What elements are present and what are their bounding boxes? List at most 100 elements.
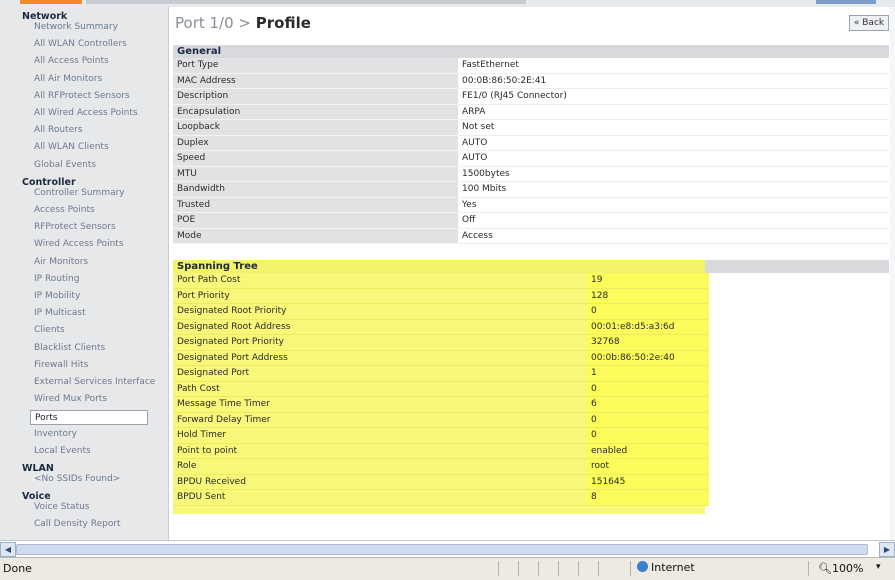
row-value: 00:01:e8:d5:a3:6d — [587, 319, 709, 335]
sidebar-item-all-wlan-clients[interactable]: All WLAN Clients — [34, 142, 109, 152]
row-fill — [709, 273, 889, 289]
row-label: Speed — [173, 151, 458, 167]
row-label: Role — [173, 459, 587, 475]
status-divider — [630, 561, 631, 576]
sidebar-item-no-ssids-found[interactable]: <No SSIDs Found> — [34, 474, 120, 484]
sidebar-nav: Network Network Summary All WLAN Controlle… — [0, 7, 169, 540]
table-row: Designated Port 1 — [173, 366, 889, 382]
zoom-dropdown-icon[interactable]: ▾ — [876, 562, 881, 572]
sidebar-item-controller-summary[interactable]: Controller Summary — [34, 188, 125, 198]
row-value: root — [587, 459, 709, 475]
table-row: Designated Root Priority 0 — [173, 304, 889, 320]
table-row: BPDU Received 151645 — [173, 474, 889, 490]
spanning-tree-header-fill — [705, 260, 889, 273]
zoom-value: 100% — [831, 562, 864, 575]
sidebar-item-all-access-points[interactable]: All Access Points — [34, 56, 109, 66]
sidebar-item-all-wlan-controllers[interactable]: All WLAN Controllers — [34, 39, 127, 49]
row-label: MAC Address — [173, 73, 458, 89]
status-divider — [578, 561, 579, 576]
sidebar-item-all-air-monitors[interactable]: All Air Monitors — [34, 74, 102, 84]
row-value: 128 — [587, 288, 709, 304]
sidebar-item-ip-mobility[interactable]: IP Mobility — [34, 291, 80, 301]
row-label: Bandwidth — [173, 182, 458, 198]
row-fill — [709, 428, 889, 444]
spanning-tree-table: Spanning Tree Port Path Cost 19 Port Prior… — [173, 260, 889, 514]
scroll-right-button[interactable]: ▶ — [879, 542, 895, 557]
sidebar-item-external-services-interface[interactable]: External Services Interface — [34, 377, 155, 387]
highlight-bottom — [173, 505, 705, 514]
sidebar-item-blacklist-clients[interactable]: Blacklist Clients — [34, 343, 105, 353]
vertical-scrollbar[interactable] — [890, 7, 895, 540]
sidebar-section-wlan: WLAN — [22, 463, 54, 474]
sidebar-item-access-points[interactable]: Access Points — [34, 205, 95, 215]
sidebar-item-voice-status[interactable]: Voice Status — [34, 502, 90, 512]
row-value: Off — [458, 213, 889, 229]
status-text: Done — [3, 562, 32, 575]
row-value: enabled — [587, 443, 709, 459]
sidebar-item-air-monitors[interactable]: Air Monitors — [34, 257, 88, 267]
sidebar-item-ports[interactable]: Ports — [30, 410, 148, 426]
sidebar-item-wired-mux-ports[interactable]: Wired Mux Ports — [34, 394, 107, 404]
table-row: Mode Access — [173, 228, 889, 244]
sidebar-item-rfprotect-sensors[interactable]: RFProtect Sensors — [34, 222, 116, 232]
row-value: AUTO — [458, 151, 889, 167]
sidebar-item-clients[interactable]: Clients — [34, 325, 65, 335]
row-label: Point to point — [173, 443, 587, 459]
status-divider — [518, 561, 519, 576]
horizontal-scrollbar[interactable]: ◀ ▶ — [0, 540, 895, 557]
sidebar-item-wired-access-points[interactable]: Wired Access Points — [34, 239, 124, 249]
row-value: 1 — [587, 366, 709, 382]
row-label: Designated Root Priority — [173, 304, 587, 320]
table-row: Encapsulation ARPA — [173, 104, 889, 120]
table-row: Speed AUTO — [173, 151, 889, 167]
sidebar-item-network-summary[interactable]: Network Summary — [34, 22, 118, 32]
row-fill — [709, 412, 889, 428]
table-row: Designated Port Address 00:0b:86:50:2e:40 — [173, 350, 889, 366]
active-tab-indicator — [20, 0, 82, 4]
row-label: Designated Root Address — [173, 319, 587, 335]
general-section-title: General — [173, 45, 889, 58]
status-divider — [808, 561, 809, 576]
globe-icon — [637, 561, 648, 572]
table-row: Path Cost 0 — [173, 381, 889, 397]
row-value: Yes — [458, 197, 889, 213]
scroll-thumb[interactable] — [16, 544, 868, 555]
sidebar-item-call-density-report[interactable]: Call Density Report — [34, 519, 121, 529]
table-row: Trusted Yes — [173, 197, 889, 213]
sidebar-item-all-rfprotect-sensors[interactable]: All RFProtect Sensors — [34, 91, 130, 101]
sidebar-item-local-events[interactable]: Local Events — [34, 446, 91, 456]
status-bar: Done Internet 🔍︎100% ▾ — [0, 557, 895, 580]
general-table: General Port Type FastEthernet MAC Address… — [173, 45, 889, 244]
table-row: Designated Port Priority 32768 — [173, 335, 889, 351]
row-value: 151645 — [587, 474, 709, 490]
sidebar-item-firewall-hits[interactable]: Firewall Hits — [34, 360, 88, 370]
row-fill — [709, 397, 889, 413]
scroll-left-button[interactable]: ◀ — [0, 542, 16, 557]
table-row: MAC Address 00:0B:86:50:2E:41 — [173, 73, 889, 89]
sidebar-item-inventory[interactable]: Inventory — [34, 429, 77, 439]
sidebar-item-ip-routing[interactable]: IP Routing — [34, 274, 79, 284]
status-divider — [498, 561, 499, 576]
table-row: POE Off — [173, 213, 889, 229]
row-fill — [709, 443, 889, 459]
row-value: 0 — [587, 428, 709, 444]
sidebar-item-all-wired-access-points[interactable]: All Wired Access Points — [34, 108, 138, 118]
row-value: 32768 — [587, 335, 709, 351]
back-button[interactable]: « Back — [849, 15, 889, 31]
sidebar-item-global-events[interactable]: Global Events — [34, 160, 96, 170]
magnifier-icon: 🔍︎ — [818, 562, 832, 575]
row-value: 1500bytes — [458, 166, 889, 182]
row-fill — [709, 381, 889, 397]
sidebar-item-ip-multicast[interactable]: IP Multicast — [34, 308, 86, 318]
sidebar-item-all-routers[interactable]: All Routers — [34, 125, 83, 135]
zoom-level[interactable]: 🔍︎100% — [818, 562, 863, 575]
breadcrumb[interactable]: Port 1/0 > — [175, 14, 256, 32]
zone-label: Internet — [651, 561, 695, 574]
table-row: Point to point enabled — [173, 443, 889, 459]
row-label: Trusted — [173, 197, 458, 213]
table-row: Message Time Timer 6 — [173, 397, 889, 413]
status-divider — [558, 561, 559, 576]
sidebar-section-voice: Voice — [22, 491, 51, 503]
table-row: Loopback Not set — [173, 120, 889, 136]
row-fill — [709, 335, 889, 351]
